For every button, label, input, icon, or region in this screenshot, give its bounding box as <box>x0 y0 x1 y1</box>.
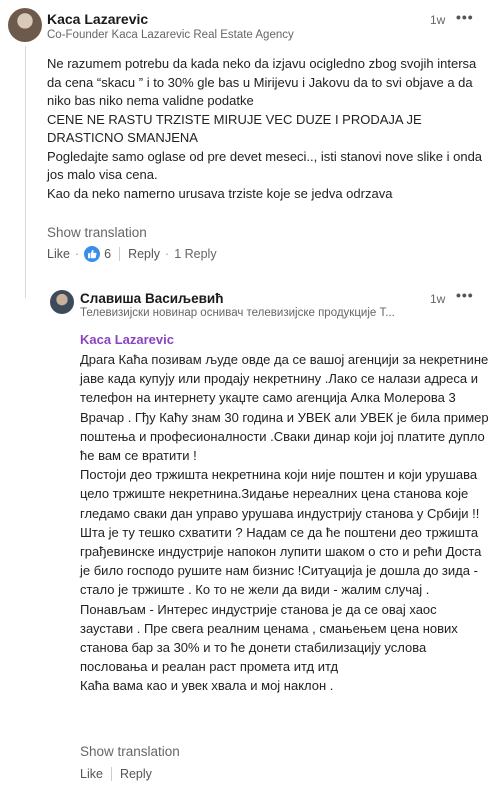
comment-time: 1w <box>430 292 446 306</box>
avatar[interactable] <box>8 8 42 42</box>
show-translation-link[interactable]: Show translation <box>47 225 147 240</box>
reply-button[interactable]: Reply <box>120 767 152 781</box>
author-headline: Телевизијски новинар оснивач телевизијск… <box>80 307 395 319</box>
more-options-icon[interactable]: ••• <box>456 9 474 25</box>
show-translation-link[interactable]: Show translation <box>80 744 180 759</box>
comment-paragraph: Постоји део тржишта некретнина који није… <box>80 467 482 675</box>
comment-body: Драга Каћа позивам људе овде да се вашој… <box>80 350 490 696</box>
thumbs-up-icon <box>84 246 101 262</box>
more-options-icon[interactable]: ••• <box>456 287 474 303</box>
comment-paragraph: Ne razumem potrebu da kada neko da izjav… <box>47 56 477 108</box>
replies-count-link[interactable]: 1 Reply <box>174 247 216 261</box>
reply-button[interactable]: Reply <box>128 247 160 261</box>
like-button[interactable]: Like <box>80 767 103 781</box>
comment-author[interactable]: Славиша Васиљевић <box>80 291 223 306</box>
separator-dot: · <box>74 247 80 261</box>
comment-actions: Like Reply <box>80 767 152 781</box>
comment-paragraph: CENE NE RASTU TRZISTE MIRUJE VEC DUZE I … <box>47 111 422 146</box>
thread-line <box>25 46 26 298</box>
separator-dot: · <box>165 247 170 261</box>
comment-paragraph: Каћа вама као и увек хвала и мој наклон … <box>80 678 334 694</box>
comment-paragraph: Драга Каћа позивам људе овде да се вашој… <box>80 352 489 464</box>
mention-link[interactable]: Kaca Lazarevic <box>80 332 174 347</box>
comment-body: Ne razumem potrebu da kada neko da izjav… <box>47 55 487 203</box>
divider <box>110 767 112 781</box>
comment-paragraph: Pogledajte samo oglase od pre devet mese… <box>47 148 483 183</box>
comment-actions: Like · 6 Reply · 1 Reply <box>47 246 217 262</box>
divider <box>119 247 121 261</box>
like-button[interactable]: Like <box>47 247 70 261</box>
avatar[interactable] <box>50 290 74 314</box>
comment-paragraph: Kao da neko namerno urusava trziste koje… <box>47 185 393 201</box>
comment-time: 1w <box>430 13 446 27</box>
reaction-count[interactable]: 6 <box>104 247 111 261</box>
comment-author[interactable]: Kaca Lazarevic <box>47 11 148 27</box>
author-headline: Co-Founder Kaca Lazarevic Real Estate Ag… <box>47 29 294 41</box>
